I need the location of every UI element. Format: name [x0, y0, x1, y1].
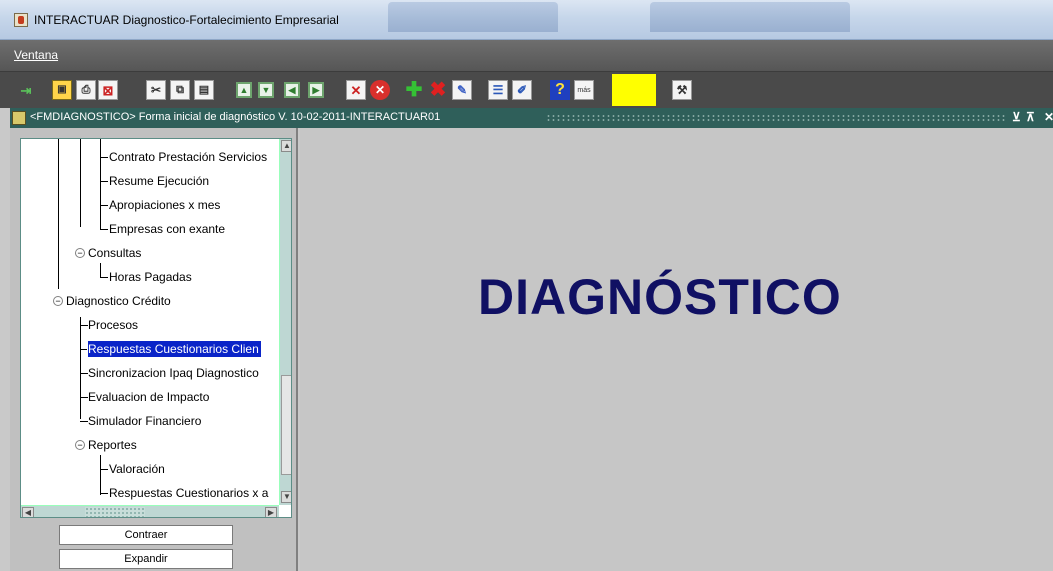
- tree-connector: [100, 229, 108, 230]
- tree-content: − − − Contrato Prestación Servicios Resu…: [21, 139, 279, 505]
- tree-node-horas-pagadas[interactable]: Horas Pagadas: [109, 269, 192, 285]
- edit-icon[interactable]: ✎: [452, 80, 472, 100]
- page-title: DIAGNÓSTICO: [478, 269, 842, 325]
- more-icon[interactable]: más: [574, 80, 594, 100]
- copy-icon[interactable]: ⧉: [170, 80, 190, 100]
- collapse-toggle-icon[interactable]: −: [53, 296, 63, 306]
- insert-record-icon[interactable]: ✚: [404, 80, 424, 100]
- delete-record-icon[interactable]: ✖: [428, 80, 448, 100]
- tree-node-apropiaciones[interactable]: Apropiaciones x mes: [109, 197, 220, 213]
- scroll-thumb[interactable]: [281, 375, 291, 475]
- save-icon[interactable]: ▣: [52, 80, 72, 100]
- title-bar-pattern: [546, 114, 1006, 122]
- minimize-icon[interactable]: ⊻: [1012, 110, 1021, 124]
- scroll-down-icon[interactable]: ▼: [281, 491, 291, 503]
- menu-tree[interactable]: − − − Contrato Prestación Servicios Resu…: [20, 138, 292, 518]
- next-record-icon[interactable]: ◀: [284, 82, 300, 98]
- window-title: INTERACTUAR Diagnostico-Fortalecimiento …: [34, 13, 339, 27]
- tree-connector: [80, 373, 88, 374]
- taskbar-tab-blurred: [388, 2, 558, 32]
- tree-node-empresas[interactable]: Empresas con exante: [109, 221, 225, 237]
- tree-node-valoracion[interactable]: Valoración: [109, 461, 165, 477]
- close-icon[interactable]: ✕: [1044, 110, 1053, 124]
- navigation-panel: − − − Contrato Prestación Servicios Resu…: [10, 128, 298, 571]
- tree-connector: [100, 277, 108, 278]
- tree-connector: [100, 157, 108, 158]
- collapse-toggle-icon[interactable]: −: [75, 440, 85, 450]
- help-icon[interactable]: ?: [550, 80, 570, 100]
- tree-vertical-scrollbar[interactable]: ▲ ▼: [279, 139, 291, 505]
- tree-node-resume[interactable]: Resume Ejecución: [109, 173, 209, 189]
- tree-connector: [100, 455, 101, 495]
- tree-connector: [58, 139, 59, 289]
- tree-node-reportes[interactable]: Reportes: [88, 437, 137, 453]
- tree-connector: [100, 181, 108, 182]
- print-icon[interactable]: ⎙: [76, 80, 96, 100]
- scroll-left-icon[interactable]: ◀: [22, 507, 34, 517]
- tree-node-simulador[interactable]: Simulador Financiero: [88, 413, 201, 429]
- cut-icon[interactable]: ✂: [146, 80, 166, 100]
- tree-connector: [80, 325, 88, 326]
- form-title: <FMDIAGNOSTICO> Forma inicial de diagnós…: [30, 111, 441, 123]
- taskbar-tab-blurred: [650, 2, 850, 32]
- tools-icon[interactable]: ⚒: [672, 80, 692, 100]
- scroll-up-icon[interactable]: ▲: [281, 140, 291, 152]
- tree-node-evaluacion[interactable]: Evaluacion de Impacto: [88, 389, 209, 405]
- tree-connector: [100, 263, 101, 277]
- title-bar: INTERACTUAR Diagnostico-Fortalecimiento …: [0, 0, 1053, 40]
- horizontal-scroll-thumb[interactable]: [85, 507, 145, 517]
- tree-node-sincronizacion[interactable]: Sincronizacion Ipaq Diagnostico: [88, 365, 259, 381]
- status-indicator: [612, 74, 656, 106]
- tree-node-procesos[interactable]: Procesos: [88, 317, 138, 333]
- previous-record-icon[interactable]: ▼: [258, 82, 274, 98]
- tree-node-respuestas-cuestionarios[interactable]: Respuestas Cuestionarios Clien: [87, 340, 262, 358]
- menu-bar: Ventana: [0, 40, 1053, 72]
- tree-node-consultas[interactable]: Consultas: [88, 245, 141, 261]
- tree-horizontal-scrollbar[interactable]: ◀ ▶: [21, 505, 279, 517]
- tree-node-contrato[interactable]: Contrato Prestación Servicios: [109, 149, 267, 165]
- list-icon[interactable]: ☰: [488, 80, 508, 100]
- scroll-right-icon[interactable]: ▶: [265, 507, 277, 517]
- tree-connector: [100, 205, 108, 206]
- menu-ventana[interactable]: Ventana: [14, 48, 58, 62]
- paste-icon[interactable]: ▤: [194, 80, 214, 100]
- tree-node-respuestas-x[interactable]: Respuestas Cuestionarios x a: [109, 485, 268, 501]
- form-icon: [12, 111, 26, 125]
- clear-icon[interactable]: ⊠: [98, 80, 118, 100]
- query-icon[interactable]: ✕: [346, 80, 366, 100]
- expand-button[interactable]: Expandir: [59, 549, 233, 569]
- collapse-toggle-icon[interactable]: −: [75, 248, 85, 258]
- form-window-header: <FMDIAGNOSTICO> Forma inicial de diagnós…: [10, 108, 1053, 128]
- edit-field-icon[interactable]: ✐: [512, 80, 532, 100]
- tree-connector: [80, 421, 88, 422]
- collapse-button[interactable]: Contraer: [59, 525, 233, 545]
- tree-connector: [100, 139, 101, 229]
- java-app-icon: [14, 13, 28, 27]
- last-record-icon[interactable]: ▶: [308, 82, 324, 98]
- tree-connector: [100, 469, 108, 470]
- toolbar: ⇥ ▣ ⎙ ⊠ ✂ ⧉ ▤ ▲ ▼ ◀ ▶ ✕ ✕ ✚ ✖ ✎ ☰ ✐ ? má…: [0, 72, 1053, 108]
- maximize-icon[interactable]: ⊼: [1026, 110, 1035, 124]
- exit-icon[interactable]: ⇥: [16, 80, 36, 100]
- tree-connector: [80, 397, 88, 398]
- cancel-icon[interactable]: ✕: [370, 80, 390, 100]
- tree-connector: [80, 317, 81, 419]
- tree-connector: [80, 139, 81, 227]
- first-record-icon[interactable]: ▲: [236, 82, 252, 98]
- tree-node-diagnostico-credito[interactable]: Diagnostico Crédito: [66, 293, 171, 309]
- tree-connector: [100, 493, 108, 494]
- form-canvas: DIAGNÓSTICO: [300, 128, 1053, 571]
- more-label: más: [577, 86, 591, 94]
- tree-connector: [80, 349, 88, 350]
